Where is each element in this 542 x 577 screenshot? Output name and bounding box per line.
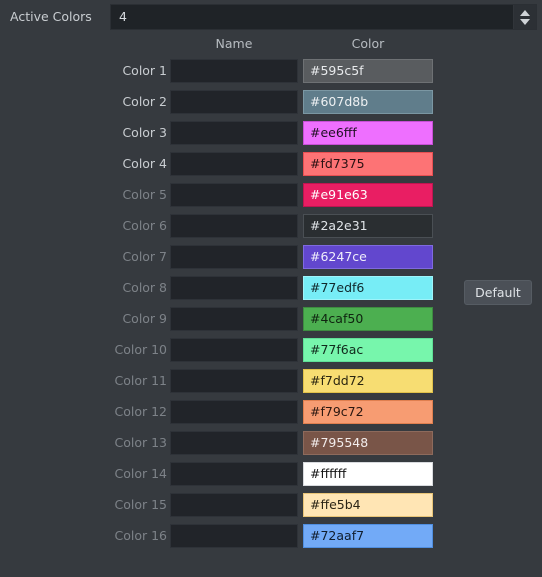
color-name-input[interactable] — [170, 431, 298, 455]
color-swatch-field[interactable]: #ee6fff — [303, 121, 433, 145]
triangle-down-icon[interactable] — [520, 18, 530, 25]
color-row-label: Color 4 — [122, 156, 167, 171]
column-header-name: Name — [215, 36, 253, 51]
color-swatch-field[interactable]: #4caf50 — [303, 307, 433, 331]
color-name-input[interactable] — [170, 59, 298, 83]
color-hex-value: #ee6fff — [310, 125, 357, 140]
table-row: Color 12 #f79c72 — [0, 398, 542, 429]
color-swatch-field[interactable]: #e91e63 — [303, 183, 433, 207]
color-swatch-field[interactable]: #ffffff — [303, 462, 433, 486]
color-name-input[interactable] — [170, 307, 298, 331]
table-row: Color 8 #77edf6 — [0, 274, 542, 305]
color-name-input[interactable] — [170, 152, 298, 176]
color-swatch-field[interactable]: #f79c72 — [303, 400, 433, 424]
table-row: Color 2 #607d8b — [0, 88, 542, 119]
color-name-input[interactable] — [170, 493, 298, 517]
table-row: Color 1 #595c5f — [0, 57, 542, 88]
color-row-label: Color 10 — [114, 342, 167, 357]
table-row: Color 6 #2a2e31 — [0, 212, 542, 243]
table-row: Color 15 #ffe5b4 — [0, 491, 542, 522]
color-hex-value: #e91e63 — [310, 187, 368, 202]
color-name-input[interactable] — [170, 214, 298, 238]
color-name-input[interactable] — [170, 400, 298, 424]
table-row: Color 14 #ffffff — [0, 460, 542, 491]
column-header-color: Color — [351, 36, 385, 51]
color-name-input[interactable] — [170, 245, 298, 269]
color-swatch-field[interactable]: #607d8b — [303, 90, 433, 114]
default-button[interactable]: Default — [464, 280, 532, 305]
color-swatch-field[interactable]: #595c5f — [303, 59, 433, 83]
color-hex-value: #f79c72 — [310, 404, 364, 419]
table-row: Color 10 #77f6ac — [0, 336, 542, 367]
color-swatch-field[interactable]: #72aaf7 — [303, 524, 433, 548]
color-name-input[interactable] — [170, 462, 298, 486]
color-hex-value: #607d8b — [310, 94, 369, 109]
color-swatch-field[interactable]: #ffe5b4 — [303, 493, 433, 517]
color-row-label: Color 6 — [122, 218, 167, 233]
color-row-label: Color 1 — [122, 63, 167, 78]
column-headers: Name Color — [0, 36, 542, 54]
color-name-input[interactable] — [170, 369, 298, 393]
color-name-input[interactable] — [170, 183, 298, 207]
table-row: Color 13 #795548 — [0, 429, 542, 460]
color-hex-value: #f7dd72 — [310, 373, 365, 388]
spinbox-arrows[interactable] — [513, 5, 536, 29]
active-colors-row: Active Colors 4 — [0, 0, 542, 33]
color-name-input[interactable] — [170, 121, 298, 145]
color-rows-list: Color 1 #595c5f Color 2 #607d8b Color 3 #ee6f… — [0, 57, 542, 553]
color-row-label: Color 13 — [114, 435, 167, 450]
active-colors-input[interactable]: 4 — [111, 5, 513, 29]
color-hex-value: #4caf50 — [310, 311, 364, 326]
table-row: Color 16 #72aaf7 — [0, 522, 542, 553]
table-row: Color 4 #fd7375 — [0, 150, 542, 181]
color-row-label: Color 8 — [122, 280, 167, 295]
color-hex-value: #2a2e31 — [310, 218, 368, 233]
color-row-label: Color 11 — [114, 373, 167, 388]
color-swatch-field[interactable]: #77f6ac — [303, 338, 433, 362]
color-row-label: Color 12 — [114, 404, 167, 419]
table-row: Color 7 #6247ce — [0, 243, 542, 274]
color-row-label: Color 16 — [114, 528, 167, 543]
color-row-label: Color 7 — [122, 249, 167, 264]
color-hex-value: #ffe5b4 — [310, 497, 361, 512]
color-swatch-field[interactable]: #f7dd72 — [303, 369, 433, 393]
color-name-input[interactable] — [170, 338, 298, 362]
table-row: Color 3 #ee6fff — [0, 119, 542, 150]
table-row: Color 5 #e91e63 — [0, 181, 542, 212]
color-row-label: Color 14 — [114, 466, 167, 481]
color-hex-value: #6247ce — [310, 249, 367, 264]
triangle-up-icon[interactable] — [520, 9, 530, 16]
color-hex-value: #595c5f — [310, 63, 364, 78]
color-row-label: Color 15 — [114, 497, 167, 512]
color-swatch-field[interactable]: #fd7375 — [303, 152, 433, 176]
active-colors-spinbox[interactable]: 4 — [110, 4, 537, 30]
color-row-label: Color 5 — [122, 187, 167, 202]
color-hex-value: #ffffff — [310, 466, 347, 481]
color-hex-value: #795548 — [310, 435, 369, 450]
color-swatch-field[interactable]: #6247ce — [303, 245, 433, 269]
color-name-input[interactable] — [170, 276, 298, 300]
color-hex-value: #77f6ac — [310, 342, 364, 357]
color-row-label: Color 2 — [122, 94, 167, 109]
table-row: Color 9 #4caf50 — [0, 305, 542, 336]
color-hex-value: #fd7375 — [310, 156, 365, 171]
color-row-label: Color 3 — [122, 125, 167, 140]
color-swatch-field[interactable]: #2a2e31 — [303, 214, 433, 238]
color-hex-value: #72aaf7 — [310, 528, 365, 543]
color-swatch-field[interactable]: #77edf6 — [303, 276, 433, 300]
color-row-label: Color 9 — [122, 311, 167, 326]
color-name-input[interactable] — [170, 90, 298, 114]
color-hex-value: #77edf6 — [310, 280, 365, 295]
color-swatch-field[interactable]: #795548 — [303, 431, 433, 455]
table-row: Color 11 #f7dd72 — [0, 367, 542, 398]
color-name-input[interactable] — [170, 524, 298, 548]
active-colors-label: Active Colors — [10, 9, 92, 24]
